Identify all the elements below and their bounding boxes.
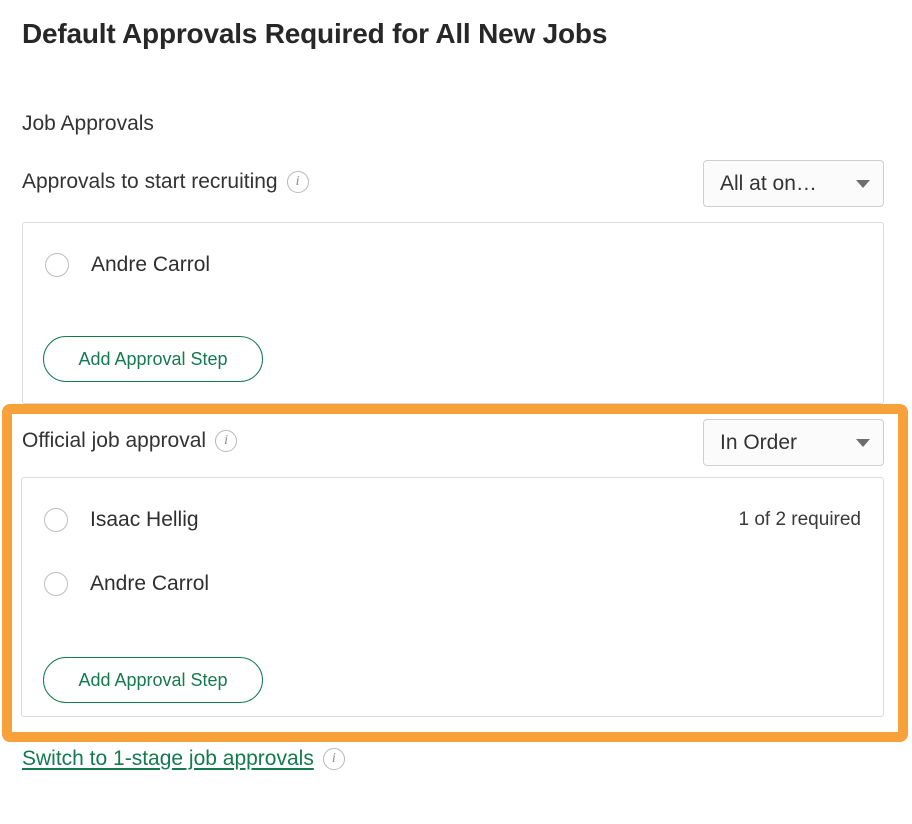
info-icon[interactable]: i (287, 171, 309, 193)
section-heading-job-approvals: Job Approvals (22, 112, 154, 136)
switch-approvals-link-row: Switch to 1-stage job approvals i (22, 747, 345, 771)
table-row: Andre Carrol (44, 572, 861, 596)
approval-card-recruiting: Andre Carrol Add Approval Step (22, 222, 884, 404)
table-row: Isaac Hellig 1 of 2 required (44, 508, 861, 532)
radio-unchecked-icon[interactable] (44, 508, 68, 532)
approval-card-official: Isaac Hellig 1 of 2 required Andre Carro… (21, 477, 884, 717)
switch-to-1-stage-job-approvals-link[interactable]: Switch to 1-stage job approvals (22, 747, 314, 771)
stage-label-recruiting: Approvals to start recruiting (22, 170, 278, 194)
approver-name: Isaac Hellig (90, 508, 199, 532)
info-icon[interactable]: i (215, 430, 237, 452)
approver-name: Andre Carrol (91, 253, 210, 277)
dropdown-value-official: In Order (720, 431, 797, 455)
dropdown-approval-mode-official[interactable]: In Order (703, 419, 884, 466)
approver-row: Andre Carrol (45, 253, 861, 277)
chevron-down-icon (856, 439, 870, 447)
add-approval-step-button-recruiting[interactable]: Add Approval Step (43, 336, 263, 382)
stage-header-recruiting: Approvals to start recruiting i (22, 170, 309, 194)
page-title: Default Approvals Required for All New J… (22, 18, 607, 50)
chevron-down-icon (856, 180, 870, 188)
info-icon[interactable]: i (323, 748, 345, 770)
radio-unchecked-icon[interactable] (44, 572, 68, 596)
stage-header-official: Official job approval i (22, 429, 237, 453)
stage-label-official: Official job approval (22, 429, 206, 453)
add-approval-step-button-official[interactable]: Add Approval Step (43, 657, 263, 703)
required-count-label: 1 of 2 required (738, 509, 861, 531)
approver-name: Andre Carrol (90, 572, 209, 596)
dropdown-approval-mode-recruiting[interactable]: All at on… (703, 160, 884, 207)
radio-unchecked-icon[interactable] (45, 253, 69, 277)
dropdown-value-recruiting: All at on… (720, 172, 817, 196)
